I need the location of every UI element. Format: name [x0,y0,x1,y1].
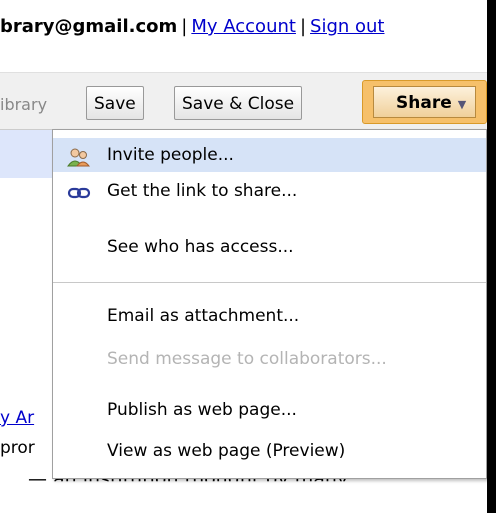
separator: | [181,16,188,37]
menu-item-invite-people[interactable]: Invite people... [53,138,486,172]
window-edge [487,0,496,513]
save-button[interactable]: Save [86,86,144,120]
menu-item-see-access[interactable]: See who has access... [53,230,486,264]
menu-item-get-link[interactable]: Get the link to share... [53,174,486,208]
document-text: pror [0,438,35,458]
document-link[interactable]: y Ar [0,408,34,428]
breadcrumb[interactable]: ibrary [0,95,47,114]
account-bar: brary@gmail.com | My Account | Sign out [0,16,487,46]
menu-item-label: Invite people... [107,145,234,165]
menu-item-label: See who has access... [107,237,294,257]
menu-divider [53,282,486,283]
my-account-link[interactable]: My Account [191,16,296,37]
share-menu: Invite people... Get the link to share..… [52,129,487,479]
menu-item-label: Email as attachment... [107,306,300,326]
share-label: Share [396,93,452,113]
separator: | [299,16,307,37]
save-close-button[interactable]: Save & Close [174,86,303,120]
chevron-down-icon: ▼ [457,98,467,111]
menu-item-view-web-page[interactable]: View as web page (Preview) [53,434,486,468]
menu-item-label: Send message to collaborators... [107,349,387,369]
document-header-band [0,130,60,178]
menu-item-email-attachment[interactable]: Email as attachment... [53,299,486,333]
menu-item-label: Get the link to share... [107,181,298,201]
menu-item-label: Publish as web page... [107,400,297,420]
document-page: brary@gmail.com | My Account | Sign out ibra… [0,0,496,513]
menu-item-send-message: Send message to collaborators... [53,342,486,376]
link-icon [67,181,91,201]
account-email: brary@gmail.com [0,16,178,37]
menu-item-publish[interactable]: Publish as web page... [53,393,486,427]
people-icon [67,145,91,167]
editor-toolbar: ibrary Save Save & Close Share ▼ [0,72,487,130]
menu-item-label: View as web page (Preview) [107,441,346,461]
sign-out-link[interactable]: Sign out [310,16,384,37]
share-button[interactable]: Share ▼ [362,80,487,124]
